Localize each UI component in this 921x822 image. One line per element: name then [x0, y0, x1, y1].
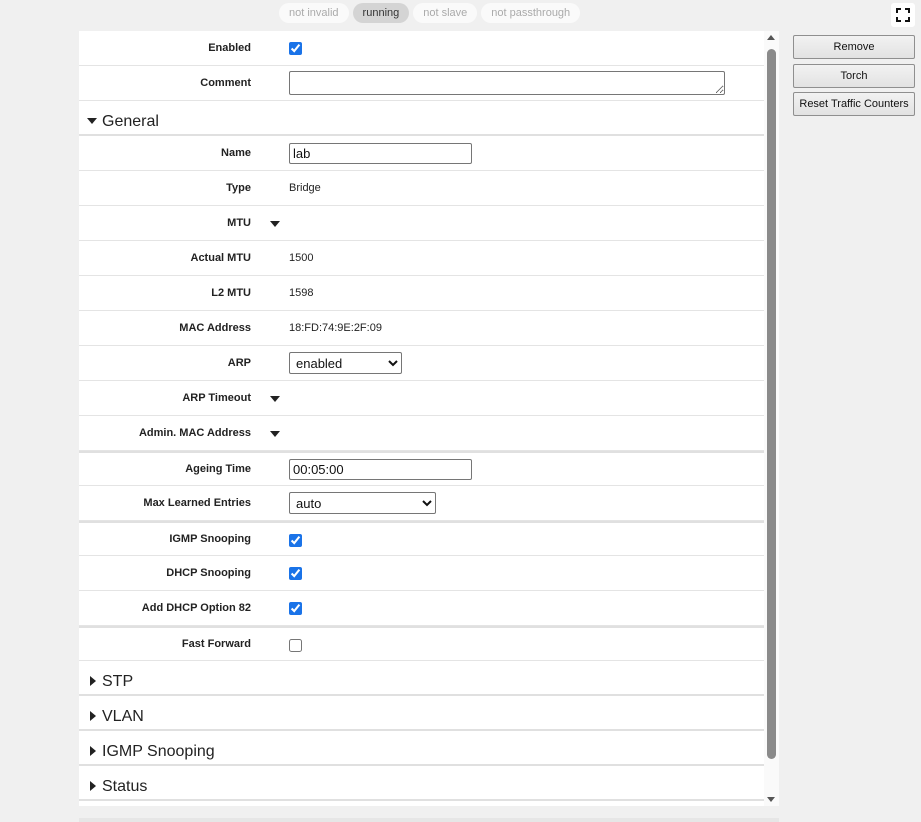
row-dhcp-option82: Add DHCP Option 82 [79, 591, 764, 626]
dhcp-option82-checkbox[interactable] [289, 602, 302, 615]
enabled-checkbox[interactable] [289, 42, 302, 55]
scroll-up-icon[interactable] [767, 35, 775, 40]
section-status-title: Status [102, 778, 148, 795]
type-value: Bridge [289, 182, 321, 194]
remove-button[interactable]: Remove [793, 35, 915, 59]
dhcp-snooping-checkbox[interactable] [289, 567, 302, 580]
name-label: Name [221, 147, 251, 159]
caret-right-icon [90, 781, 96, 791]
scroll-thumb[interactable] [767, 49, 776, 759]
fast-forward-checkbox[interactable] [289, 639, 302, 652]
mtu-expand-icon[interactable] [270, 221, 280, 227]
max-learned-label: Max Learned Entries [143, 497, 251, 509]
section-vlan-title: VLAN [102, 708, 144, 725]
max-learned-select[interactable]: auto [289, 492, 436, 514]
vertical-scrollbar[interactable] [764, 31, 779, 806]
status-flags: not invalid running not slave not passth… [279, 3, 581, 23]
row-ageing-time: Ageing Time [79, 451, 764, 486]
torch-button[interactable]: Torch [793, 64, 915, 88]
fullscreen-button[interactable] [891, 3, 915, 27]
row-igmp-snooping: IGMP Snooping [79, 521, 764, 556]
status-pill-invalid: not invalid [279, 3, 349, 23]
section-status[interactable]: Status [79, 766, 764, 801]
row-type: Type Bridge [79, 171, 764, 206]
row-name: Name [79, 136, 764, 171]
interface-form: Enabled Comment General Name Type Bridge… [79, 31, 764, 806]
row-mtu: MTU [79, 206, 764, 241]
bottom-divider [79, 818, 779, 822]
arp-timeout-label: ARP Timeout [182, 392, 251, 404]
mac-address-label: MAC Address [179, 322, 251, 334]
row-arp-timeout: ARP Timeout [79, 381, 764, 416]
dhcp-snooping-label: DHCP Snooping [166, 567, 251, 579]
reset-traffic-counters-button[interactable]: Reset Traffic Counters [793, 92, 915, 116]
admin-mac-label: Admin. MAC Address [138, 427, 251, 439]
caret-right-icon [90, 711, 96, 721]
ageing-time-label: Ageing Time [185, 463, 251, 475]
type-label: Type [226, 182, 251, 194]
row-arp: ARP enabled [79, 346, 764, 381]
arp-timeout-expand-icon[interactable] [270, 396, 280, 402]
section-general[interactable]: General [79, 101, 764, 136]
enabled-label: Enabled [208, 42, 251, 54]
section-vlan[interactable]: VLAN [79, 696, 764, 731]
status-pill-passthrough: not passthrough [481, 3, 581, 23]
section-stp-title: STP [102, 673, 134, 690]
l2-mtu-value: 1598 [289, 287, 314, 299]
igmp-snooping-checkbox[interactable] [289, 534, 302, 547]
row-max-learned: Max Learned Entries auto [79, 486, 764, 521]
caret-down-icon [87, 118, 97, 124]
dhcp-option82-label: Add DHCP Option 82 [141, 602, 251, 614]
row-fast-forward: Fast Forward [79, 626, 764, 661]
ageing-time-input[interactable] [289, 459, 472, 480]
section-igmp-snooping[interactable]: IGMP Snooping [79, 731, 764, 766]
row-actual-mtu: Actual MTU 1500 [79, 241, 764, 276]
caret-right-icon [90, 746, 96, 756]
status-pill-slave: not slave [413, 3, 478, 23]
row-dhcp-snooping: DHCP Snooping [79, 556, 764, 591]
section-igmp-title: IGMP Snooping [102, 743, 215, 760]
status-pill-running: running [352, 3, 410, 23]
comment-field[interactable] [289, 71, 725, 95]
caret-right-icon [90, 676, 96, 686]
section-general-title: General [102, 113, 159, 130]
l2-mtu-label: L2 MTU [211, 287, 251, 299]
actual-mtu-value: 1500 [289, 252, 314, 264]
section-stp[interactable]: STP [79, 661, 764, 696]
arp-label: ARP [227, 357, 251, 369]
fast-forward-label: Fast Forward [181, 638, 251, 650]
row-mac-address: MAC Address 18:FD:74:9E:2F:09 [79, 311, 764, 346]
mac-address-value: 18:FD:74:9E:2F:09 [289, 322, 382, 334]
scroll-down-icon[interactable] [767, 797, 775, 802]
actual-mtu-label: Actual MTU [190, 252, 252, 264]
igmp-snooping-label: IGMP Snooping [169, 533, 251, 545]
row-enabled: Enabled [79, 31, 764, 66]
row-l2-mtu: L2 MTU 1598 [79, 276, 764, 311]
name-input[interactable] [289, 143, 472, 164]
arp-select[interactable]: enabled [289, 352, 402, 374]
row-admin-mac: Admin. MAC Address [79, 416, 764, 451]
comment-label: Comment [200, 77, 251, 89]
row-comment: Comment [79, 66, 764, 101]
expand-icon [896, 8, 910, 22]
mtu-label: MTU [227, 217, 251, 229]
admin-mac-expand-icon[interactable] [270, 431, 280, 437]
